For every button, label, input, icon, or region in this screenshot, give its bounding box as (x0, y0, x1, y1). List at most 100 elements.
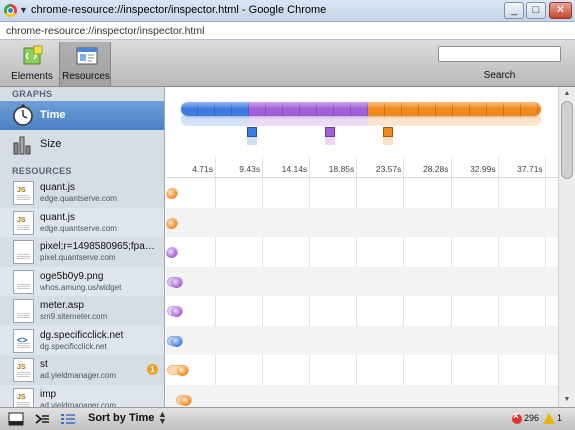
resource-timing-bar[interactable] (166, 217, 179, 229)
timeline-row[interactable] (166, 384, 558, 407)
legend-swatch-images (325, 127, 335, 137)
resource-timing-bar[interactable] (167, 335, 184, 347)
dock-icon[interactable] (8, 412, 24, 426)
timeline-row[interactable] (166, 237, 558, 267)
legend-swatch-reflection (325, 137, 335, 145)
timeline-row[interactable] (166, 325, 558, 355)
resource-list: JS quant.js edge.quantserve.com JS quant.js e… (0, 178, 164, 407)
resources-tab[interactable]: Resources (59, 42, 111, 86)
error-count[interactable]: 296 (524, 413, 539, 423)
tick-label: 14.14s (281, 164, 308, 174)
resource-timing-bar-download (177, 366, 189, 376)
blank-file-icon (13, 299, 34, 323)
error-icon (512, 411, 522, 424)
resource-timing-bar[interactable] (167, 276, 184, 288)
window-title: chrome-resource://inspector/inspector.ht… (31, 4, 327, 16)
minimize-button[interactable]: _ (504, 2, 524, 19)
resource-timing-bar-download (166, 189, 178, 199)
timeline-row[interactable] (166, 355, 558, 385)
file-lines (17, 195, 30, 201)
legend-swatch-scripts (383, 127, 393, 137)
list-view-icon[interactable] (60, 412, 76, 426)
summary-segment-documents (181, 102, 250, 116)
sort-select[interactable]: Sort by Time (88, 412, 154, 424)
resource-item[interactable]: <> dg.specificclick.net dg.specificclick.n… (0, 325, 164, 355)
graphs-section-title: GRAPHS (12, 89, 53, 99)
inspector-toolbar: Elements Resources Search (0, 40, 575, 87)
elements-tab[interactable]: Elements (6, 42, 58, 86)
resources-section-title: RESOURCES (12, 166, 72, 176)
blank-file-icon (13, 269, 34, 294)
summary-reflection-scripts (368, 116, 541, 126)
warning-count[interactable]: 1 (557, 413, 562, 423)
resource-domain: ad.yieldmanager.com (40, 371, 117, 380)
resources-sidebar: GRAPHS Time Size RESOURCES JS quant.js edg… (0, 87, 165, 407)
maximize-button[interactable]: □ (526, 2, 546, 19)
timeline-row[interactable] (166, 178, 558, 208)
window-menu-chevron-icon[interactable]: ▼ (19, 4, 29, 16)
resource-name: meter.asp (40, 300, 84, 311)
sort-updown-icon[interactable]: ▲ ▼ (158, 410, 167, 426)
stopwatch-icon (13, 104, 33, 126)
warning-icon (543, 413, 555, 424)
timeline-row[interactable] (166, 296, 558, 326)
resource-domain: edge.quantserve.com (40, 223, 117, 233)
search-input[interactable] (438, 46, 561, 62)
resource-item[interactable]: JS quant.js edge.quantserve.com (0, 207, 164, 237)
resource-item[interactable]: oge5b0y9.png whos.amung.us/widget (0, 266, 164, 296)
tick-label: 4.71s (192, 164, 213, 174)
timeline-graph: 4.71s 9.43s 14.14s 18.85s 23.57s 28.28s 32.99s… (166, 87, 558, 407)
resource-timing-bar-download (171, 307, 183, 317)
graph-item-time[interactable]: Time (0, 101, 164, 130)
resource-domain: edge.quantserve.com (40, 194, 117, 203)
legend-swatch-reflection (383, 137, 393, 145)
script-file-icon: JS (13, 387, 34, 407)
file-type-tag: JS (17, 393, 26, 401)
tick-label: 37.71s (517, 164, 543, 174)
file-lines (17, 342, 30, 349)
resource-name: dg.specificclick.net (40, 329, 124, 341)
resource-timing-bar[interactable] (167, 365, 190, 376)
vertical-scrollbar[interactable]: ▲ ▼ (558, 87, 575, 407)
resource-domain: whos.amung.us/widget (40, 282, 122, 292)
resources-icon (76, 47, 98, 65)
timeline-row[interactable] (166, 207, 558, 237)
elements-icon (23, 45, 43, 65)
resource-item[interactable]: pixel;r=1498580965;fpan=0;... pixel.quant… (0, 237, 164, 267)
graph-item-size[interactable]: Size (0, 130, 164, 159)
html-document-icon: <> (13, 328, 34, 353)
scroll-up-icon[interactable]: ▲ (559, 87, 575, 101)
tick-label: 28.28s (422, 164, 449, 174)
file-lines (17, 313, 30, 319)
tick-label: 18.85s (328, 164, 355, 174)
resource-timing-bar-download (171, 336, 183, 347)
resource-item[interactable]: JS imp ad.yieldmanager.com (0, 384, 164, 407)
resource-timing-bar[interactable] (176, 394, 193, 406)
resource-item[interactable]: JS quant.js edge.quantserve.com (0, 178, 164, 208)
scroll-thumb[interactable] (561, 101, 573, 179)
message-count-badge[interactable]: 1 (147, 364, 158, 375)
resource-item[interactable]: meter.asp sm9.sitemeter.com (0, 296, 164, 326)
resource-name: oge5b0y9.png (40, 270, 104, 282)
status-bar: Sort by Time ▲▼ 296 1 (0, 407, 575, 430)
close-button[interactable]: ✕ (549, 2, 572, 19)
address-bar[interactable]: chrome-resource://inspector/inspector.ht… (0, 22, 575, 40)
resource-timing-bar[interactable] (167, 306, 184, 317)
console-icon[interactable] (34, 412, 50, 426)
summary-bar-reflection (181, 116, 541, 126)
file-lines (17, 254, 30, 260)
tick-label: 9.43s (239, 164, 261, 174)
resources-tab-label: Resources (62, 71, 110, 82)
timeline-row[interactable] (166, 266, 558, 296)
legend-swatch-reflection (247, 137, 257, 145)
resource-timing-bar[interactable] (166, 188, 179, 199)
scroll-down-icon[interactable]: ▼ (559, 393, 575, 407)
resource-item[interactable]: JS st ad.yieldmanager.com 1 (0, 355, 164, 385)
tick-label: 23.57s (375, 164, 402, 174)
blank-file-icon (13, 240, 34, 264)
file-type-tag: JS (17, 216, 26, 224)
resource-name: st (40, 359, 48, 370)
resource-timing-bar[interactable] (166, 247, 179, 258)
script-file-icon: JS (13, 358, 34, 382)
file-type-tag: JS (17, 364, 26, 371)
